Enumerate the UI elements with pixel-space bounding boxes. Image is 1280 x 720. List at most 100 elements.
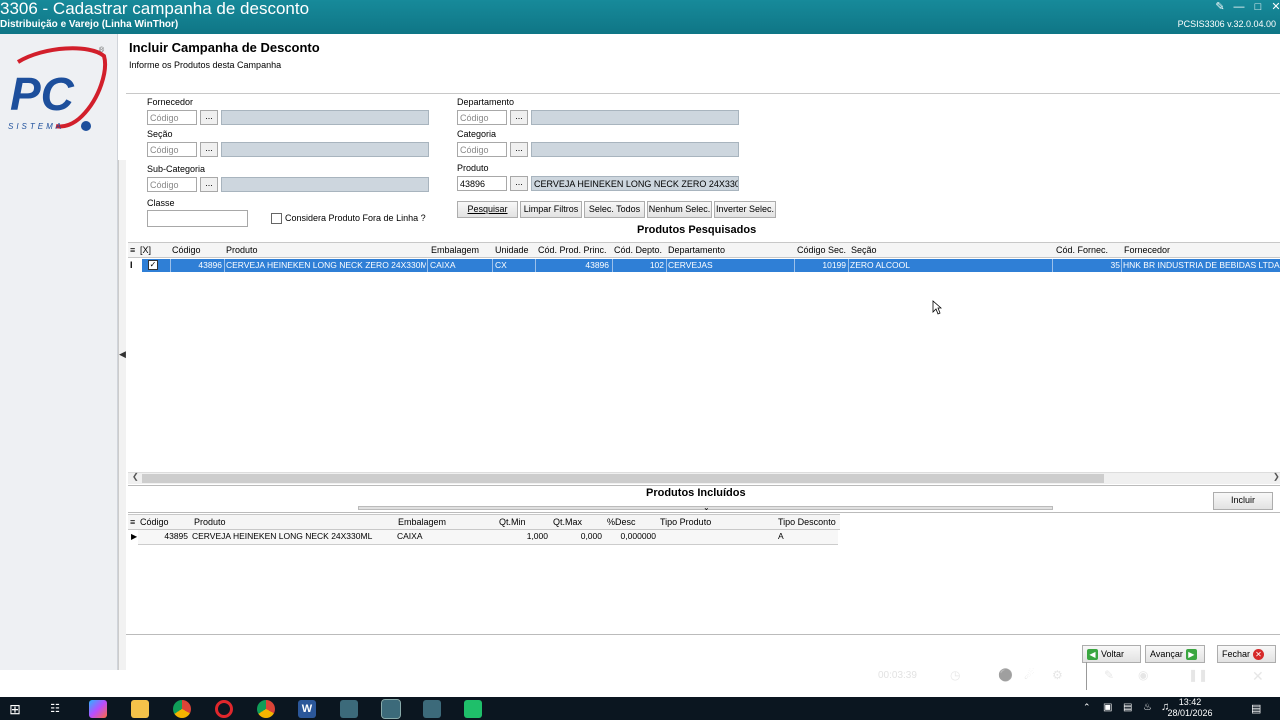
col-header-cod-prod-princ[interactable]: Cód. Prod. Princ.: [538, 245, 607, 255]
fora-de-linha-label: Considera Produto Fora de Linha ?: [285, 213, 426, 223]
col-header-tipo-produto[interactable]: Tipo Produto: [660, 517, 711, 527]
pause-icon[interactable]: ❚❚: [1188, 668, 1208, 682]
avancar-button[interactable]: Avançar ▶: [1145, 645, 1205, 663]
fora-de-linha-checkbox[interactable]: [271, 213, 282, 224]
col-header-embalagem[interactable]: Embalagem: [431, 245, 479, 255]
col-header-produto[interactable]: Produto: [194, 517, 226, 527]
limpar-filtros-button[interactable]: Limpar Filtros: [520, 201, 582, 218]
stop-icon[interactable]: ✕: [1252, 668, 1264, 685]
winthor-app-icon[interactable]: [340, 700, 358, 718]
col-header-check[interactable]: [X]: [140, 245, 151, 255]
col-header-secao[interactable]: Seção: [851, 245, 877, 255]
col-header-embalagem[interactable]: Embalagem: [398, 517, 446, 527]
winthor-active-app-icon[interactable]: [381, 699, 401, 719]
col-header-qt-max[interactable]: Qt.Max: [553, 517, 582, 527]
cell-desc: 0,000000: [620, 531, 656, 541]
col-header-codigo-sec[interactable]: Código Sec.: [797, 245, 846, 255]
notifications-icon[interactable]: ▤: [1251, 702, 1261, 715]
chrome-icon[interactable]: [173, 700, 191, 718]
microphone-icon[interactable]: ⚫: [998, 668, 1013, 682]
close-icon[interactable]: ✕: [1269, 0, 1280, 14]
word-icon[interactable]: W: [298, 700, 316, 718]
subcategoria-search-button[interactable]: ...: [200, 177, 218, 192]
produto-description: CERVEJA HEINEKEN LONG NECK ZERO 24X330ML: [531, 176, 739, 191]
incluir-button[interactable]: Incluir: [1213, 492, 1273, 510]
fornecedor-code-input[interactable]: Código: [147, 110, 197, 125]
col-header-fornecedor[interactable]: Fornecedor: [1124, 245, 1170, 255]
timer-icon[interactable]: ◷: [950, 668, 960, 682]
scroll-left-icon[interactable]: ❮: [132, 472, 139, 481]
pesquisar-button[interactable]: Pesquisar: [457, 201, 518, 218]
subcategoria-code-input[interactable]: Código: [147, 177, 197, 192]
classe-label: Classe: [147, 198, 175, 208]
classe-input[interactable]: [147, 210, 248, 227]
copilot-icon[interactable]: [89, 700, 107, 718]
voltar-button[interactable]: ◀ Voltar: [1082, 645, 1141, 663]
produto-search-button[interactable]: ...: [510, 176, 528, 191]
scroll-right-icon[interactable]: ❯: [1273, 472, 1280, 481]
col-header-unidade[interactable]: Unidade: [495, 245, 529, 255]
departamento-code-input[interactable]: Código: [457, 110, 507, 125]
tray-mic-icon[interactable]: ♨: [1143, 702, 1152, 713]
categoria-search-button[interactable]: ...: [510, 142, 528, 157]
secao-search-button[interactable]: ...: [200, 142, 218, 157]
col-header-qt-min[interactable]: Qt.Min: [499, 517, 526, 527]
fechar-button[interactable]: Fechar ✕: [1217, 645, 1276, 663]
pen-icon[interactable]: ✎: [1104, 668, 1114, 682]
departamento-search-button[interactable]: ...: [510, 110, 528, 125]
speaker-icon[interactable]: ☄: [1024, 668, 1035, 682]
cell-departamento: CERVEJAS: [668, 260, 713, 270]
secao-code-input[interactable]: Código: [147, 142, 197, 157]
nenhum-selec-button[interactable]: Nenhum Selec.: [647, 201, 712, 218]
row-pointer-icon: ▶: [131, 532, 138, 541]
col-header-desc[interactable]: %Desc: [607, 517, 636, 527]
col-header-codigo[interactable]: Código: [172, 245, 201, 255]
tray-chevron-icon[interactable]: ⌃: [1083, 702, 1091, 713]
table-row[interactable]: 43895 CERVEJA HEINEKEN LONG NECK 24X330M…: [138, 530, 838, 545]
splitter-chevron-icon[interactable]: ⌄: [703, 503, 710, 512]
winthor-app-icon-2[interactable]: [423, 700, 441, 718]
maximize-icon[interactable]: □: [1251, 0, 1265, 14]
tray-time: 13:42: [1178, 697, 1202, 707]
tray-network-icon[interactable]: ▤: [1123, 702, 1132, 713]
produto-label: Produto: [457, 163, 489, 173]
pin-icon[interactable]: ✎: [1213, 0, 1227, 14]
col-header-produto[interactable]: Produto: [226, 245, 258, 255]
col-header-tipo-desconto[interactable]: Tipo Desconto: [778, 517, 836, 527]
col-header-codigo[interactable]: Código: [140, 517, 169, 527]
mouse-cursor-icon: [932, 300, 942, 315]
windows-start-icon[interactable]: ⊞: [6, 700, 24, 718]
collapse-arrow-icon[interactable]: ◀: [119, 349, 126, 360]
tray-device-icon[interactable]: ▣: [1103, 702, 1112, 713]
task-view-icon[interactable]: ☷: [46, 700, 64, 718]
cell-cod-depto: 102: [649, 260, 664, 270]
categoria-code-input[interactable]: Código: [457, 142, 507, 157]
inverter-selec-button[interactable]: Inverter Selec.: [714, 201, 776, 218]
produto-code-input[interactable]: 43896: [457, 176, 507, 191]
minimize-icon[interactable]: —: [1232, 0, 1246, 14]
produtos-pesquisados-title: Produtos Pesquisados: [637, 224, 757, 236]
selec-todos-button[interactable]: Selec. Todos: [584, 201, 645, 218]
row-select-checkbox[interactable]: ✓: [148, 260, 158, 270]
opera-icon[interactable]: [215, 700, 233, 718]
voltar-label: Voltar: [1101, 649, 1125, 659]
sidebar-splitter[interactable]: [118, 160, 126, 670]
tray-clock[interactable]: 13:42 28/01/2026: [1160, 697, 1220, 719]
included-grid-header: ≡ Código Produto Embalagem Qt.Min Qt.Max…: [128, 514, 840, 530]
green-app-icon[interactable]: [464, 700, 482, 718]
chrome-profile-icon[interactable]: [257, 700, 275, 718]
horizontal-scrollbar-thumb[interactable]: [142, 474, 1104, 483]
file-explorer-icon[interactable]: [131, 700, 149, 718]
fornecedor-search-button[interactable]: ...: [200, 110, 218, 125]
grid-menu-icon[interactable]: ≡: [130, 245, 135, 255]
col-header-departamento[interactable]: Departamento: [668, 245, 725, 255]
camera-icon[interactable]: ◉: [1138, 668, 1148, 682]
cell-embalagem: CAIXA: [397, 531, 423, 541]
svg-text:®: ®: [99, 46, 105, 54]
grid-menu-icon[interactable]: ≡: [130, 517, 135, 527]
col-header-cod-depto[interactable]: Cód. Depto.: [614, 245, 662, 255]
categoria-description: [531, 142, 739, 157]
table-row[interactable]: ✓ 43896 CERVEJA HEINEKEN LONG NECK ZERO …: [142, 259, 1280, 272]
settings-icon[interactable]: ⚙: [1052, 668, 1063, 682]
col-header-cod-fornec[interactable]: Cód. Fornec.: [1056, 245, 1108, 255]
